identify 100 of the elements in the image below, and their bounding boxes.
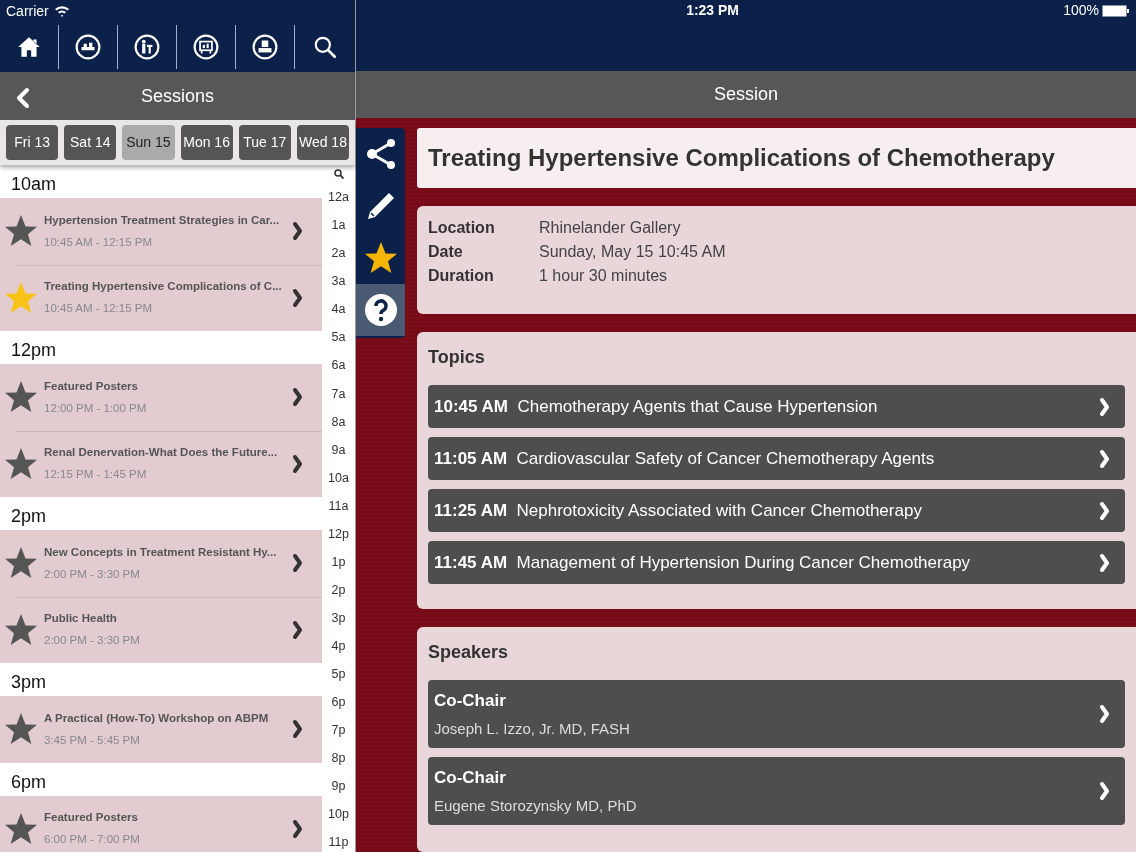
session-title: New Concepts in Treatment Resistant Hy... <box>44 544 278 560</box>
wifi-icon <box>53 5 70 17</box>
session-row[interactable]: A Practical (How-To) Workshop on ABPM 3:45 PM - 5:45 PM <box>0 696 322 763</box>
session-title-card: Treating Hypertensive Complications of Chemotherapy <box>417 128 1136 188</box>
chevron-right-icon <box>1099 552 1111 573</box>
session-row[interactable]: Treating Hypertensive Complications of C... 10:45 AM - 12:15 PM <box>0 264 322 331</box>
topic-row[interactable]: 10:45 AM Chemotherapy Agents that Cause Hypertension <box>428 385 1125 428</box>
hour-heading: 6pm <box>10 770 47 794</box>
help-icon <box>363 293 398 327</box>
chevron-right-icon <box>1099 781 1111 801</box>
chevron-left-icon <box>16 87 30 110</box>
tables-icon[interactable] <box>75 34 101 60</box>
chevron-right-icon <box>292 287 304 308</box>
index-letter[interactable]: 10p <box>328 804 349 824</box>
session-time: 2:00 PM - 3:30 PM <box>44 633 141 649</box>
day-tab[interactable]: Fri 13 <box>6 125 59 160</box>
day-tab[interactable]: Wed 18 <box>296 125 350 160</box>
header-title: Sessions <box>140 84 214 108</box>
info-value: 1 hour 30 minutes <box>539 266 668 286</box>
chevron-right-icon <box>292 453 304 474</box>
index-letter[interactable]: 10a <box>328 468 349 488</box>
session-time: 2:00 PM - 3:30 PM <box>44 566 141 582</box>
session-time: 6:00 PM - 7:00 PM <box>44 832 141 848</box>
speaker-role: Co-Chair <box>434 767 507 789</box>
speaker-row[interactable]: Co-Chair Eugene Storozynsky MD, PhD <box>428 757 1125 825</box>
session-title: Hypertension Treatment Strategies in Car... <box>44 212 281 228</box>
index-letter[interactable]: 1a <box>331 216 346 236</box>
hour-heading: 12pm <box>10 339 58 362</box>
topic-row[interactable]: 11:05 AM Cardiovascular Safety of Cancer Chemotherapy Agents <box>428 437 1125 480</box>
hour-heading: 2pm <box>10 505 47 528</box>
day-tab[interactable]: Sun 15 <box>122 125 175 160</box>
index-letter[interactable]: 11p <box>328 833 349 852</box>
header-title: Session <box>713 82 778 106</box>
chevron-right-icon <box>292 387 304 408</box>
info-label: Duration <box>428 266 495 286</box>
chevron-right-icon <box>1099 704 1111 724</box>
index-letter[interactable]: 1p <box>331 552 346 572</box>
session-time: 10:45 AM - 12:15 PM <box>44 234 154 250</box>
chevron-right-icon <box>292 619 304 640</box>
session-row[interactable]: Public Health 2:00 PM - 3:30 PM <box>0 596 322 663</box>
topic-row[interactable]: 11:25 AM Nephrotoxicity Associated with Cancer Chemotherapy <box>428 489 1125 532</box>
chevron-right-icon <box>292 818 304 839</box>
day-tab[interactable]: Mon 16 <box>180 125 233 160</box>
section-heading: Topics <box>428 346 486 369</box>
day-tab[interactable]: Sat 14 <box>64 125 117 160</box>
speaker-role: Co-Chair <box>434 690 507 712</box>
search-icon[interactable] <box>333 169 344 179</box>
index-letter[interactable]: 9a <box>331 440 346 460</box>
speaker-name: Eugene Storozynsky MD, PhD <box>434 795 638 816</box>
index-letter[interactable]: 3p <box>331 608 346 628</box>
carrier-label: Carrier <box>6 1 49 21</box>
index-letter[interactable]: 9p <box>331 776 346 796</box>
session-time: 12:00 PM - 1:00 PM <box>44 400 148 416</box>
session-time: 10:45 AM - 12:15 PM <box>44 301 154 317</box>
index-letter[interactable]: 12a <box>328 188 349 208</box>
session-title: Public Health <box>44 611 118 626</box>
session-row[interactable]: Renal Denervation-What Does the Future... 12:15 PM - 1:45 PM <box>0 430 322 497</box>
topic-row[interactable]: 11:45 AM Management of Hypertension During Cancer Chemotherapy <box>428 541 1125 584</box>
info-value: Sunday, May 15 10:45 AM <box>539 242 726 262</box>
index-letter[interactable]: 6a <box>331 356 346 376</box>
index-letter[interactable]: 11a <box>328 496 349 516</box>
board-icon[interactable] <box>193 34 219 60</box>
hour-heading: 3pm <box>10 671 47 694</box>
index-letter[interactable]: 3a <box>331 272 346 292</box>
index-letter[interactable]: 2p <box>331 580 346 600</box>
session-row[interactable]: Hypertension Treatment Strategies in Car... 10:45 AM - 12:15 PM <box>0 198 322 265</box>
index-letter[interactable]: 4a <box>331 300 346 320</box>
speaker-row[interactable]: Co-Chair Joseph L. Izzo, Jr. MD, FASH <box>428 680 1125 748</box>
index-letter[interactable]: 12p <box>328 524 349 544</box>
session-title: Renal Denervation-What Does the Future... <box>44 445 279 460</box>
session-title: Treating Hypertensive Complications of C... <box>44 279 283 294</box>
session-row[interactable]: Featured Posters 6:00 PM - 7:00 PM <box>0 795 322 852</box>
help-button[interactable] <box>356 284 405 336</box>
index-letter[interactable]: 4p <box>331 636 346 656</box>
section-heading: Speakers <box>428 641 510 664</box>
battery-percent: 100% <box>1063 1 1099 21</box>
index-letter[interactable]: 5a <box>331 328 346 348</box>
chevron-right-icon <box>292 221 304 242</box>
index-letter[interactable]: 2a <box>331 244 346 264</box>
info-label: Location <box>428 218 496 238</box>
index-letter[interactable]: 6p <box>331 692 346 712</box>
index-letter[interactable]: 7a <box>331 384 346 404</box>
chevron-right-icon <box>292 553 304 574</box>
info-value: Rhinelander Gallery <box>539 218 681 238</box>
day-tab[interactable]: Tue 17 <box>238 125 291 160</box>
index-letter[interactable]: 7p <box>331 720 346 740</box>
clock-time: 1:23 PM <box>686 1 740 21</box>
index-letter[interactable]: 8a <box>331 412 346 432</box>
session-row[interactable]: Featured Posters 12:00 PM - 1:00 PM <box>0 364 322 431</box>
chevron-right-icon <box>1099 396 1111 417</box>
session-time: 3:45 PM - 5:45 PM <box>44 732 141 748</box>
info-label: Date <box>428 242 464 262</box>
session-row[interactable]: New Concepts in Treatment Resistant Hy... 2:00 PM - 3:30 PM <box>0 530 322 597</box>
hour-heading: 10am <box>10 173 58 196</box>
session-time: 12:15 PM - 1:45 PM <box>44 467 148 483</box>
battery-icon <box>1102 4 1130 17</box>
chevron-right-icon <box>292 719 304 740</box>
index-letter[interactable]: 5p <box>331 664 346 684</box>
index-letter[interactable]: 8p <box>331 748 346 768</box>
session-title: Featured Posters <box>44 810 139 825</box>
